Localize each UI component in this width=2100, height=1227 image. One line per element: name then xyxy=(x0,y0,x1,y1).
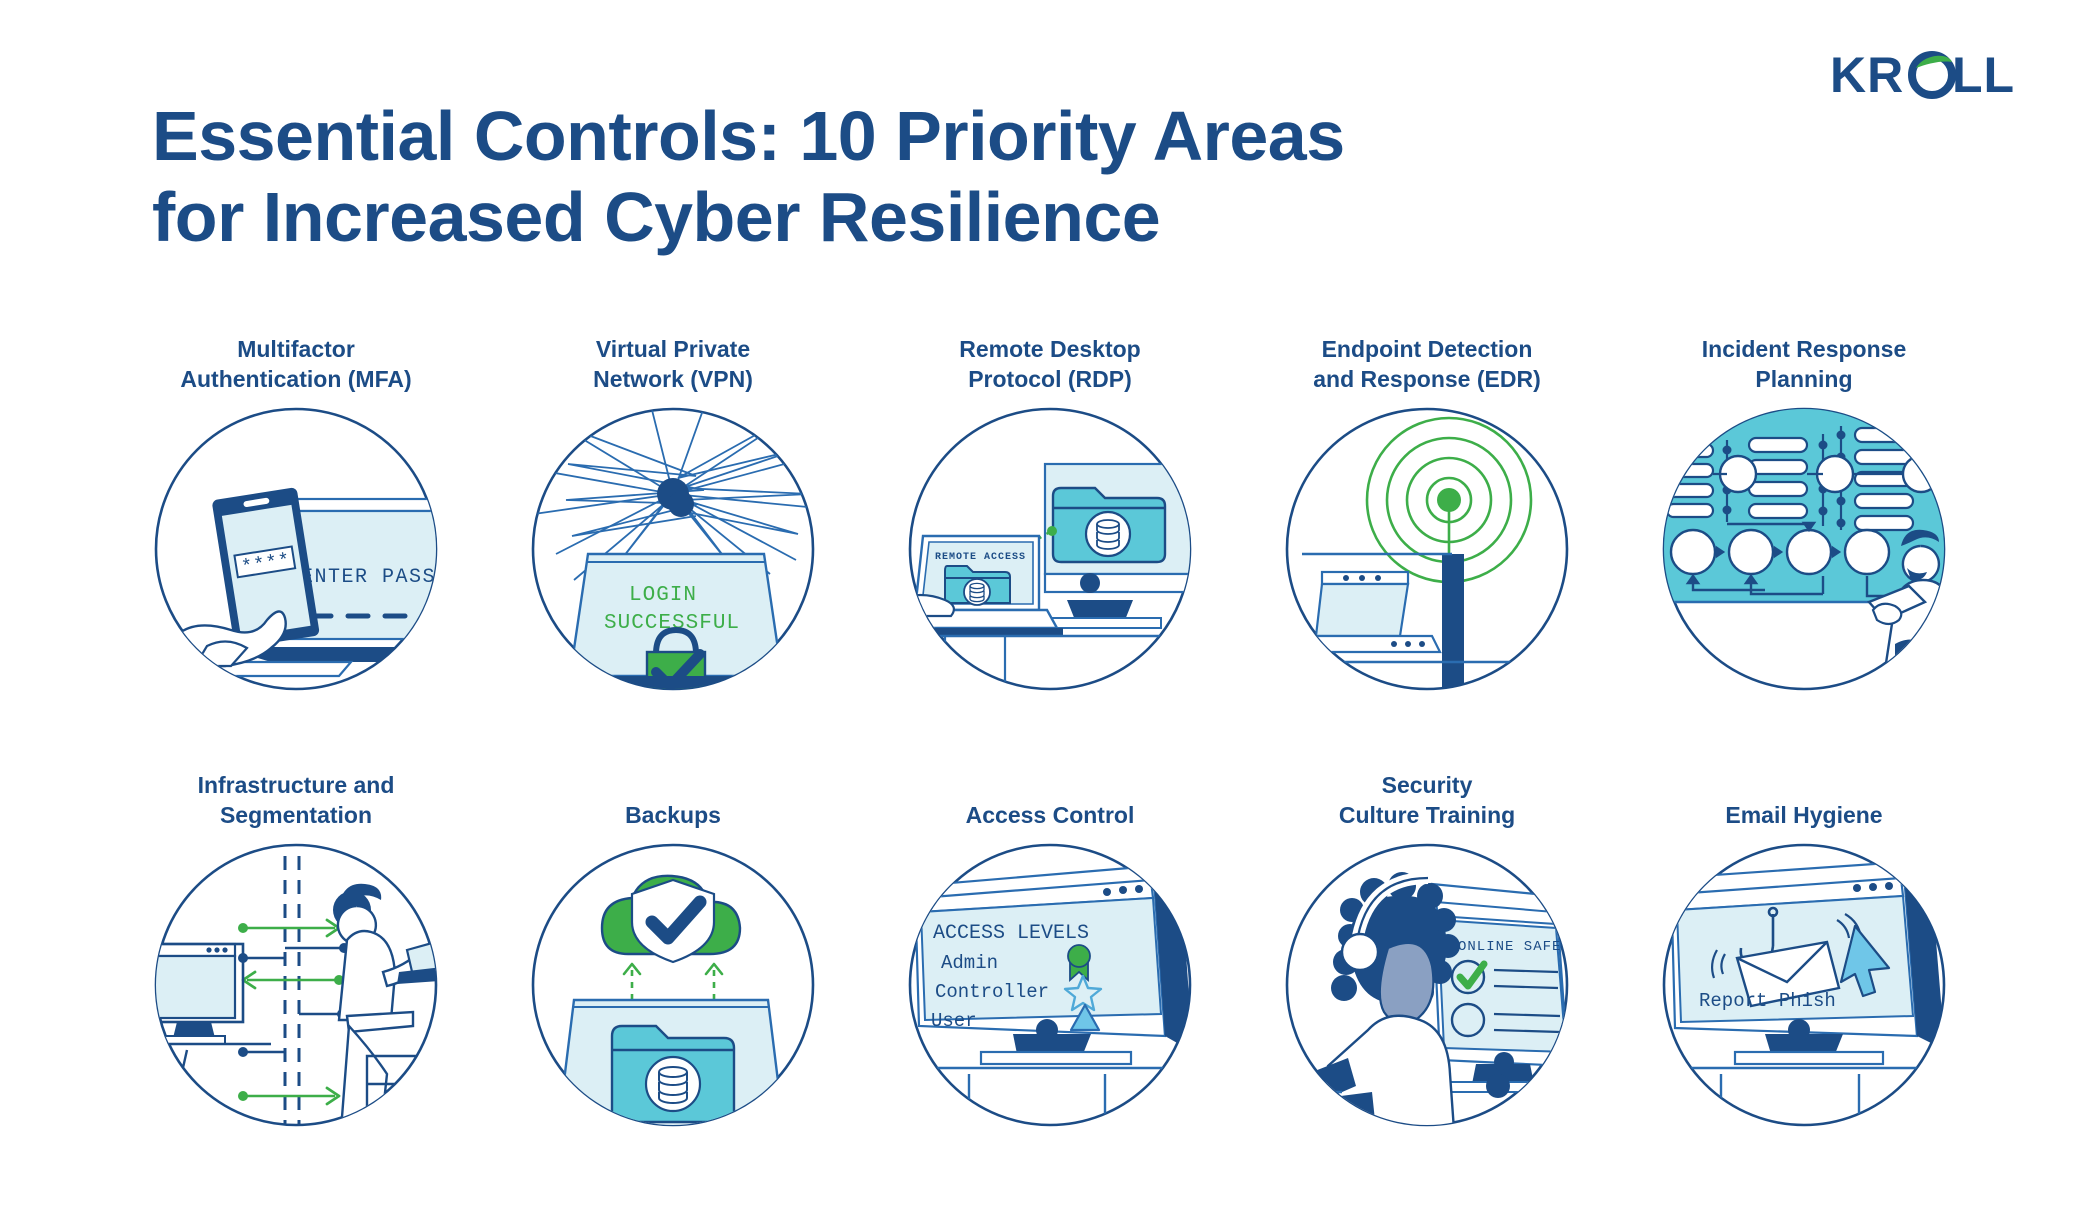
report-phish-label: Report Phish xyxy=(1699,990,1836,1012)
illustration-irp xyxy=(1659,404,1949,694)
illustration-backups xyxy=(528,840,818,1130)
card-label-backups: Backups xyxy=(625,801,721,828)
illustration-rdp: REMOTE ACCESS xyxy=(905,404,1195,694)
access-levels-heading: ACCESS LEVELS xyxy=(933,922,1089,945)
access-level-row-3: User xyxy=(931,1010,977,1032)
card-label-email-hygiene: Email Hygiene xyxy=(1725,801,1883,828)
svg-text:LOGIN: LOGIN xyxy=(629,584,697,607)
illustration-infrastructure xyxy=(151,840,441,1130)
svg-text:ENTER PASSWORD: ENTER PASSWORD xyxy=(301,566,441,589)
illustration-vpn: LOGIN SUCCESSFUL xyxy=(528,404,818,694)
page-title-line-2: for Increased Cyber Resilience xyxy=(152,178,1161,257)
card-label-vpn: Virtual Private Network (VPN) xyxy=(593,336,753,392)
card-security-culture-training[interactable]: Security Culture Training ONLINE SAFETY xyxy=(1251,766,1603,1130)
access-level-row-1: Admin xyxy=(941,952,998,974)
card-rdp[interactable]: Remote Desktop Protocol (RDP) REMOTE ACC… xyxy=(874,330,1226,694)
card-label-irp: Incident Response Planning xyxy=(1701,336,1907,392)
card-label-rdp: Remote Desktop Protocol (RDP) xyxy=(959,336,1141,392)
online-safety-heading: ONLINE SAFETY xyxy=(1458,939,1572,955)
controls-grid: Multifactor Authentication (MFA) ENTER P… xyxy=(0,330,2100,1130)
card-label-access-control: Access Control xyxy=(965,801,1135,828)
card-label-security-culture-training: Security Culture Training xyxy=(1338,772,1516,828)
card-label-infrastructure: Infrastructure and Segmentation xyxy=(197,772,395,828)
svg-text:KR: KR xyxy=(1830,48,1904,103)
illustration-edr xyxy=(1282,404,1572,694)
access-level-row-2: Controller xyxy=(935,981,1049,1003)
illustration-access-control: ACCESS LEVELS Admin Controller User xyxy=(905,840,1195,1130)
card-infrastructure[interactable]: Infrastructure and Segmentation xyxy=(120,766,472,1130)
illustration-security-culture-training: ONLINE SAFETY xyxy=(1282,840,1572,1130)
svg-text:LL: LL xyxy=(1952,48,2015,103)
card-label-mfa: Multifactor Authentication (MFA) xyxy=(180,336,412,392)
card-edr[interactable]: Endpoint Detection and Response (EDR) xyxy=(1251,330,1603,694)
page-title-line-1: Essential Controls: 10 Priority Areas xyxy=(152,97,1345,175)
illustration-mfa: ENTER PASSWORD xyxy=(151,404,441,694)
card-access-control[interactable]: Access Control ACCESS LEVELS Admin Contr… xyxy=(874,766,1226,1130)
card-mfa[interactable]: Multifactor Authentication (MFA) ENTER P… xyxy=(120,330,472,694)
kroll-logo-mark: KR LL xyxy=(1830,48,2015,103)
kroll-logo: KR LL xyxy=(1830,48,2030,104)
card-email-hygiene[interactable]: Email Hygiene Report Phish xyxy=(1628,766,1980,1130)
controls-row-1: Multifactor Authentication (MFA) ENTER P… xyxy=(120,330,1980,694)
card-label-edr: Endpoint Detection and Response (EDR) xyxy=(1313,336,1541,392)
card-irp[interactable]: Incident Response Planning xyxy=(1628,330,1980,694)
svg-text:REMOTE ACCESS: REMOTE ACCESS xyxy=(935,552,1026,563)
controls-row-2: Infrastructure and Segmentation Backups … xyxy=(120,766,1980,1130)
illustration-email-hygiene: Report Phish xyxy=(1659,840,1949,1130)
card-backups[interactable]: Backups xyxy=(497,766,849,1130)
page-title: Essential Controls: 10 Priority Areas fo… xyxy=(152,96,1652,258)
card-vpn[interactable]: Virtual Private Network (VPN) LOGIN SUCC… xyxy=(497,330,849,694)
